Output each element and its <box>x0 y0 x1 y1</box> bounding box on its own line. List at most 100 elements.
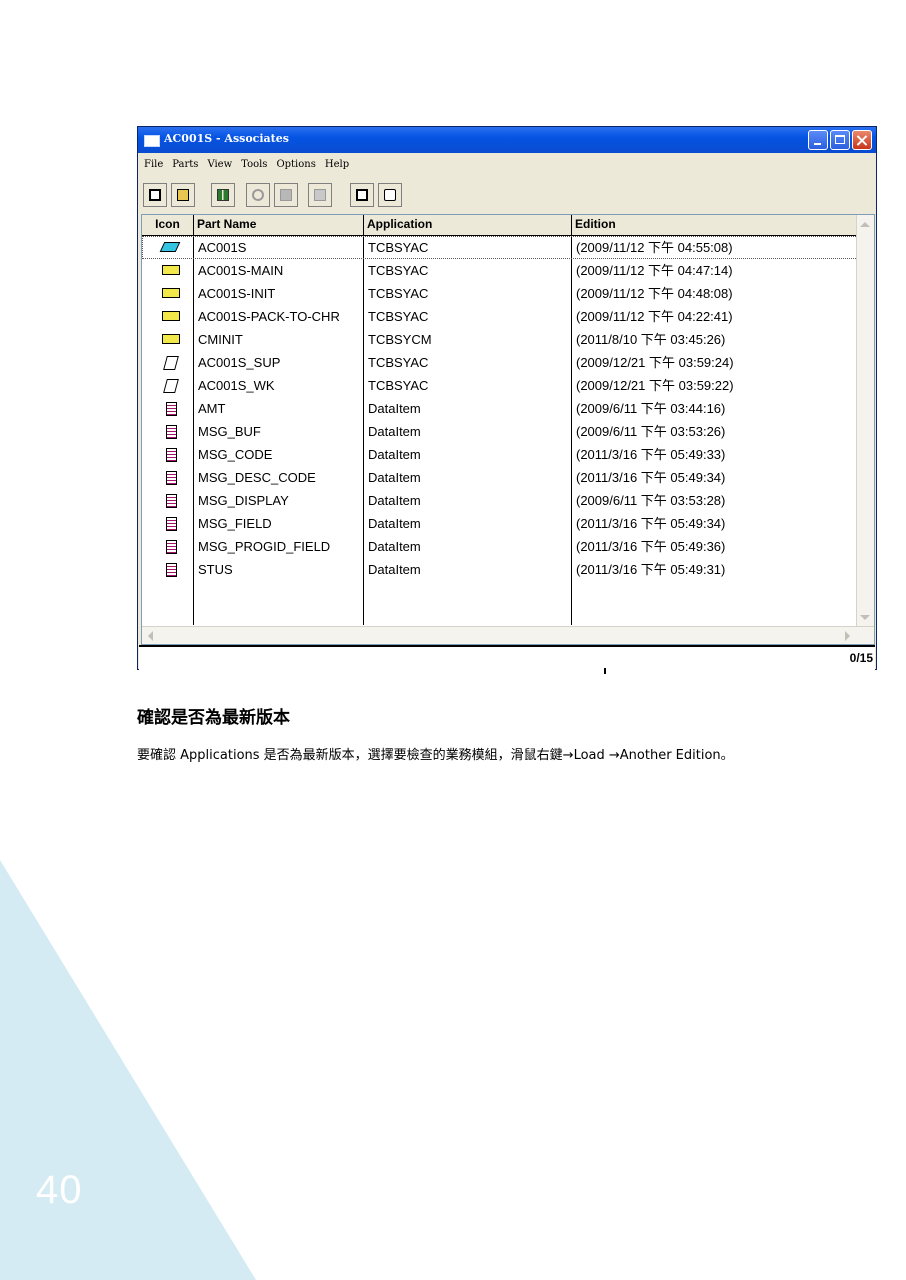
part-name-cell: MSG_CODE <box>198 447 273 462</box>
minimize-button[interactable] <box>808 130 828 150</box>
part-name-cell: MSG_DESC_CODE <box>198 470 316 485</box>
edition-cell: (2011/3/16 下午 05:49:34) <box>576 516 726 531</box>
data-item-icon <box>166 471 177 485</box>
application-cell: DataItem <box>368 539 421 554</box>
edition-cell: (2011/3/16 下午 05:49:34) <box>576 470 726 485</box>
find-icon[interactable] <box>378 183 402 207</box>
toolbar <box>141 182 541 210</box>
menu-bar: File Parts View Tools Options Help <box>139 154 875 174</box>
associates-window: AC001S - Associates File Parts View Tool… <box>137 126 877 671</box>
menu-options[interactable]: Options <box>276 159 315 170</box>
table-row[interactable]: AC001S TCBSYAC (2009/11/12 下午 04:55:08) <box>142 236 858 259</box>
edition-cell: (2009/12/21 下午 03:59:22) <box>576 378 734 393</box>
part-name-cell: CMINIT <box>198 332 243 347</box>
table-row[interactable]: MSG_CODE DataItem (2011/3/16 下午 05:49:33) <box>142 443 858 466</box>
scroll-left-icon[interactable] <box>148 631 153 641</box>
part-icon <box>162 334 180 344</box>
table-row[interactable]: AC001S_SUP TCBSYAC (2009/12/21 下午 03:59:24… <box>142 351 858 374</box>
edition-cell: (2009/11/12 下午 04:55:08) <box>576 240 733 255</box>
window-app-icon <box>144 135 160 147</box>
scroll-up-icon[interactable] <box>860 222 870 227</box>
part-name-cell: AC001S <box>198 240 247 255</box>
application-cell: TCBSYAC <box>368 309 429 324</box>
edition-cell: (2009/6/11 下午 03:53:26) <box>576 424 726 439</box>
part-name-cell: AMT <box>198 401 226 416</box>
instruction-paragraph: 要確認 Applications 是否為最新版本，選擇要檢查的業務模組，滑鼠右鍵… <box>137 748 734 763</box>
table-row[interactable]: AC001S_WK TCBSYAC (2009/12/21 下午 03:59:22) <box>142 374 858 397</box>
maximize-button[interactable] <box>830 130 850 150</box>
part-name-cell: AC001S-INIT <box>198 286 276 301</box>
application-cell: DataItem <box>368 493 421 508</box>
part-name-cell: MSG_DISPLAY <box>198 493 289 508</box>
data-item-icon <box>166 517 177 531</box>
application-cell: DataItem <box>368 562 421 577</box>
table-row[interactable]: STUS DataItem (2011/3/16 下午 05:49:31) <box>142 558 858 581</box>
list-header: Icon Part Name Application Edition <box>142 215 858 236</box>
application-cell: DataItem <box>368 401 421 416</box>
refresh-icon[interactable] <box>246 183 270 207</box>
menu-parts[interactable]: Parts <box>172 159 198 170</box>
paste-icon[interactable] <box>308 183 332 207</box>
horizontal-scrollbar[interactable] <box>142 626 874 644</box>
load-icon[interactable] <box>211 183 235 207</box>
part-name-cell: MSG_FIELD <box>198 516 272 531</box>
page-number: 40 <box>36 1168 83 1212</box>
part-icon <box>162 311 180 321</box>
table-row[interactable]: AMT DataItem (2009/6/11 下午 03:44:16) <box>142 397 858 420</box>
open-folder-icon[interactable] <box>171 183 195 207</box>
note-part-icon <box>163 356 179 370</box>
section-title: 確認是否為最新版本 <box>137 708 290 728</box>
application-cell: DataItem <box>368 447 421 462</box>
header-edition[interactable]: Edition <box>572 215 858 235</box>
edition-cell: (2011/3/16 下午 05:49:36) <box>576 539 726 554</box>
table-row[interactable]: MSG_DISPLAY DataItem (2009/6/11 下午 03:53:2… <box>142 489 858 512</box>
edit-icon[interactable] <box>143 183 167 207</box>
edition-cell: (2009/11/12 下午 04:48:08) <box>576 286 733 301</box>
menu-help[interactable]: Help <box>325 159 349 170</box>
scroll-down-icon[interactable] <box>860 615 870 620</box>
table-row[interactable]: AC001S-MAIN TCBSYAC (2009/11/12 下午 04:47:1… <box>142 259 858 282</box>
data-item-icon <box>166 448 177 462</box>
parts-list[interactable]: Icon Part Name Application Edition AC001… <box>141 214 875 645</box>
edition-cell: (2009/12/21 下午 03:59:24) <box>576 355 734 370</box>
table-row[interactable]: AC001S-PACK-TO-CHR TCBSYAC (2009/11/12 下午 … <box>142 305 858 328</box>
window-title: AC001S - Associates <box>164 132 289 145</box>
table-row[interactable]: MSG_BUF DataItem (2009/6/11 下午 03:53:26) <box>142 420 858 443</box>
title-bar[interactable]: AC001S - Associates <box>138 127 876 153</box>
save-icon[interactable] <box>350 183 374 207</box>
table-row[interactable]: MSG_DESC_CODE DataItem (2011/3/16 下午 05:49… <box>142 466 858 489</box>
application-cell: TCBSYAC <box>368 378 429 393</box>
data-item-icon <box>166 402 177 416</box>
table-row[interactable]: CMINIT TCBSYCM (2011/8/10 下午 03:45:26) <box>142 328 858 351</box>
menu-tools[interactable]: Tools <box>241 159 267 170</box>
scroll-right-icon[interactable] <box>845 631 850 641</box>
part-name-cell: STUS <box>198 562 233 577</box>
part-name-cell: MSG_BUF <box>198 424 261 439</box>
menu-file[interactable]: File <box>144 159 163 170</box>
edition-cell: (2011/3/16 下午 05:49:31) <box>576 562 726 577</box>
application-cell: TCBSYCM <box>368 332 432 347</box>
part-name-cell: AC001S-PACK-TO-CHR <box>198 309 340 324</box>
table-row[interactable]: MSG_FIELD DataItem (2011/3/16 下午 05:49:34) <box>142 512 858 535</box>
data-item-icon <box>166 425 177 439</box>
note-part-icon <box>163 379 179 393</box>
header-part-name[interactable]: Part Name <box>194 215 364 235</box>
check-icon[interactable] <box>274 183 298 207</box>
text-cursor <box>604 668 606 674</box>
header-icon[interactable]: Icon <box>142 215 194 235</box>
vertical-scrollbar[interactable] <box>856 215 874 627</box>
table-row[interactable]: MSG_PROGID_FIELD DataItem (2011/3/16 下午 05… <box>142 535 858 558</box>
close-button[interactable] <box>852 130 872 150</box>
application-cell: TCBSYAC <box>368 286 429 301</box>
application-cell: TCBSYAC <box>368 240 429 255</box>
data-item-icon <box>166 563 177 577</box>
application-cell: TCBSYAC <box>368 263 429 278</box>
status-count: 0/15 <box>849 651 873 665</box>
menu-view[interactable]: View <box>207 159 232 170</box>
edition-cell: (2009/11/12 下午 04:47:14) <box>576 263 733 278</box>
header-application[interactable]: Application <box>364 215 572 235</box>
application-cell: DataItem <box>368 516 421 531</box>
application-cell: DataItem <box>368 470 421 485</box>
table-row[interactable]: AC001S-INIT TCBSYAC (2009/11/12 下午 04:48:0… <box>142 282 858 305</box>
data-item-icon <box>166 540 177 554</box>
